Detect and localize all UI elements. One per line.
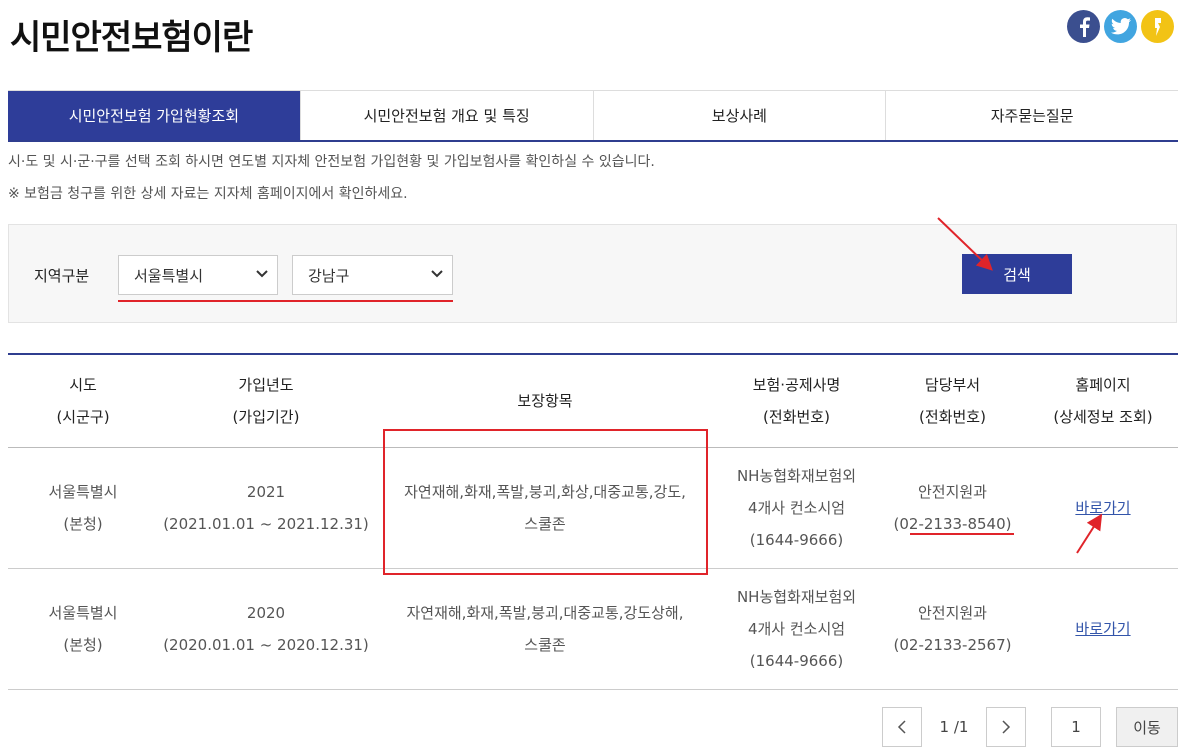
chevron-down-icon bbox=[256, 270, 268, 278]
tab-compensation-cases[interactable]: 보상사례 bbox=[594, 91, 887, 140]
chevron-down-icon bbox=[431, 270, 443, 278]
sido-select[interactable]: 서울특별시 bbox=[118, 255, 278, 295]
cell-insurer: NH농협화재보험외 4개사 컨소시엄 (1644-9666) bbox=[716, 447, 877, 569]
page-status: 1 /1 bbox=[926, 707, 982, 747]
go-button[interactable]: 이동 bbox=[1116, 707, 1178, 747]
search-panel: 지역구분 서울특별시 강남구 검색 bbox=[8, 224, 1177, 323]
notice-text: 시·도 및 시·군·구를 선택 조회 하시면 연도별 지자체 안전보험 가입현황… bbox=[8, 154, 655, 170]
cell-dept: 안전지원과 (02-2133-2567) bbox=[877, 568, 1028, 690]
cell-homepage: 바로가기 bbox=[1028, 568, 1178, 690]
cell-coverage: 자연재해,화재,폭발,붕괴,대중교통,강도상해, 스쿨존 bbox=[374, 568, 716, 690]
annotation-box bbox=[383, 429, 708, 575]
chevron-right-icon bbox=[1002, 720, 1011, 734]
col-header-insurer: 보험·공제사명 (전화번호) bbox=[716, 354, 877, 448]
page-title: 시민안전보험이란 bbox=[10, 18, 253, 58]
tab-enrollment-status[interactable]: 시민안전보험 가입현황조회 bbox=[8, 91, 301, 140]
search-button[interactable]: 검색 bbox=[962, 254, 1072, 294]
cell-dept: 안전지원과 (02-2133-8540) bbox=[877, 447, 1028, 569]
page-number-input[interactable]: 1 bbox=[1051, 707, 1101, 747]
facebook-icon[interactable] bbox=[1067, 10, 1100, 43]
tab-bar: 시민안전보험 가입현황조회 시민안전보험 개요 및 특징 보상사례 자주묻는질문 bbox=[8, 90, 1178, 142]
col-header-sido: 시도 (시군구) bbox=[8, 354, 158, 448]
homepage-link[interactable]: 바로가기 bbox=[1075, 499, 1130, 517]
col-header-homepage: 홈페이지 (상세정보 조회) bbox=[1028, 354, 1178, 448]
tab-overview[interactable]: 시민안전보험 개요 및 특징 bbox=[301, 91, 594, 140]
homepage-link[interactable]: 바로가기 bbox=[1075, 620, 1130, 638]
cell-insurer: NH농협화재보험외 4개사 컨소시엄 (1644-9666) bbox=[716, 568, 877, 690]
table-row: 서울특별시 (본청) 2020 (2020.01.01 ~ 2020.12.31) … bbox=[8, 568, 1178, 690]
notice-text: ※ 보험금 청구를 위한 상세 자료는 지자체 홈페이지에서 확인하세요. bbox=[8, 186, 408, 202]
sigungu-select[interactable]: 강남구 bbox=[292, 255, 453, 295]
prev-page-button[interactable] bbox=[882, 707, 922, 747]
sns-share-group bbox=[1067, 10, 1174, 43]
sido-select-value: 서울특별시 bbox=[134, 266, 204, 285]
annotation-underline bbox=[118, 300, 453, 302]
sigungu-select-value: 강남구 bbox=[308, 266, 350, 285]
chevron-left-icon bbox=[897, 720, 906, 734]
cell-sido: 서울특별시 (본청) bbox=[8, 447, 158, 569]
cell-sido: 서울특별시 (본청) bbox=[8, 568, 158, 690]
col-header-year: 가입년도 (가입기간) bbox=[158, 354, 374, 448]
tab-faq[interactable]: 자주묻는질문 bbox=[886, 91, 1178, 140]
col-header-dept: 담당부서 (전화번호) bbox=[877, 354, 1028, 448]
next-page-button[interactable] bbox=[986, 707, 1026, 747]
cell-year: 2021 (2021.01.01 ~ 2021.12.31) bbox=[158, 447, 374, 569]
region-label: 지역구분 bbox=[34, 267, 90, 285]
cell-year: 2020 (2020.01.01 ~ 2020.12.31) bbox=[158, 568, 374, 690]
cell-homepage: 바로가기 bbox=[1028, 447, 1178, 569]
annotation-underline bbox=[910, 533, 1014, 535]
twitter-icon[interactable] bbox=[1104, 10, 1137, 43]
kakaostory-icon[interactable] bbox=[1141, 10, 1174, 43]
